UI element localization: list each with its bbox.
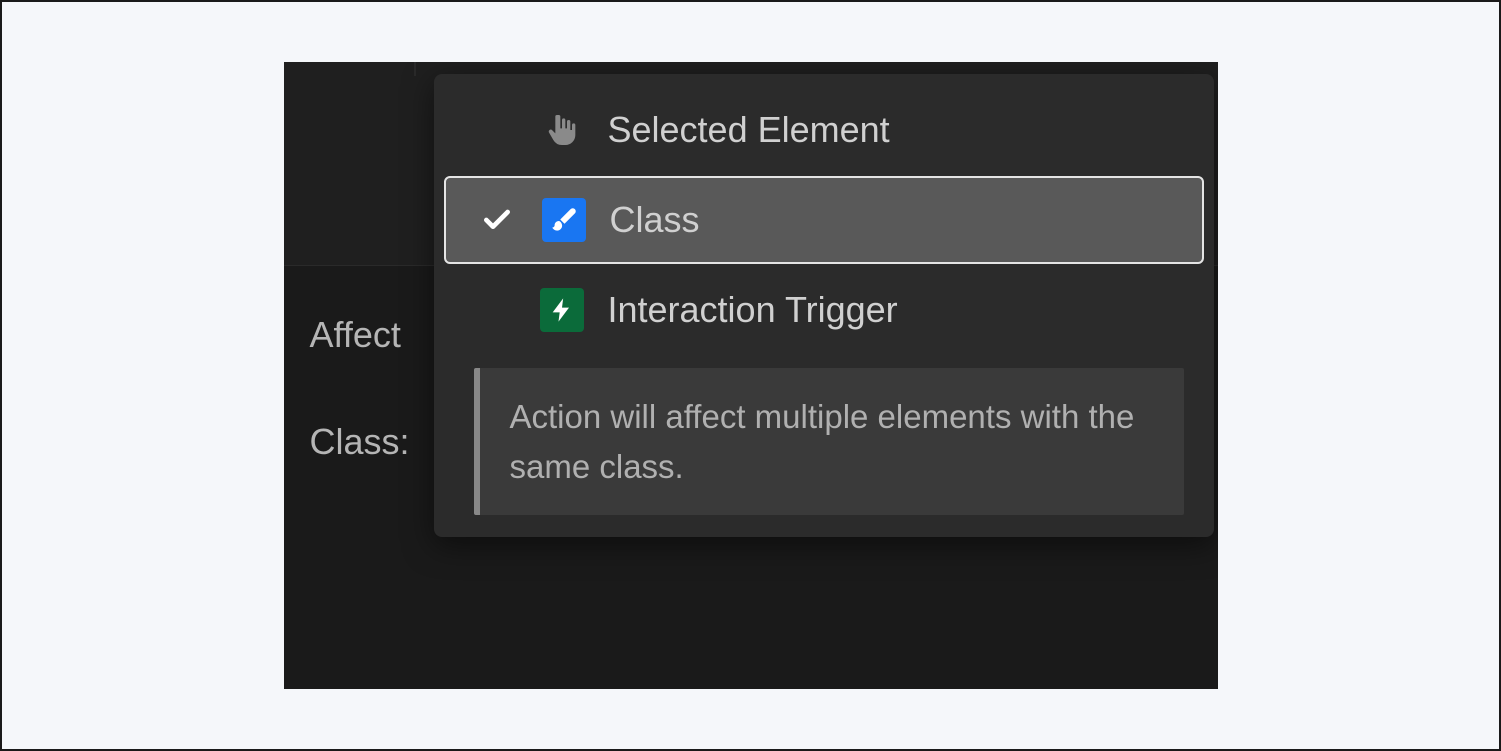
dropdown-option-label: Class xyxy=(610,199,700,241)
sidebar-labels: Affect Class: xyxy=(310,312,410,466)
check-slot xyxy=(476,204,518,236)
dropdown-hint: Action will affect multiple elements wit… xyxy=(474,368,1184,515)
dropdown-option-class[interactable]: Class xyxy=(444,176,1204,264)
paintbrush-icon xyxy=(542,198,586,242)
class-label: Class: xyxy=(310,419,410,466)
check-icon xyxy=(481,204,513,236)
affect-label: Affect xyxy=(310,312,410,359)
affect-dropdown: Selected Element Class Interac xyxy=(434,74,1214,537)
lightning-icon xyxy=(540,288,584,332)
header-divider xyxy=(414,62,416,76)
dropdown-hint-text: Action will affect multiple elements wit… xyxy=(510,398,1135,485)
pointer-hand-icon xyxy=(540,108,584,152)
settings-panel: Affect Class: Selected Element xyxy=(284,62,1218,689)
dropdown-option-selected-element[interactable]: Selected Element xyxy=(444,88,1204,172)
dropdown-option-interaction-trigger[interactable]: Interaction Trigger xyxy=(444,268,1204,352)
dropdown-option-label: Selected Element xyxy=(608,109,890,151)
dropdown-option-label: Interaction Trigger xyxy=(608,289,898,331)
